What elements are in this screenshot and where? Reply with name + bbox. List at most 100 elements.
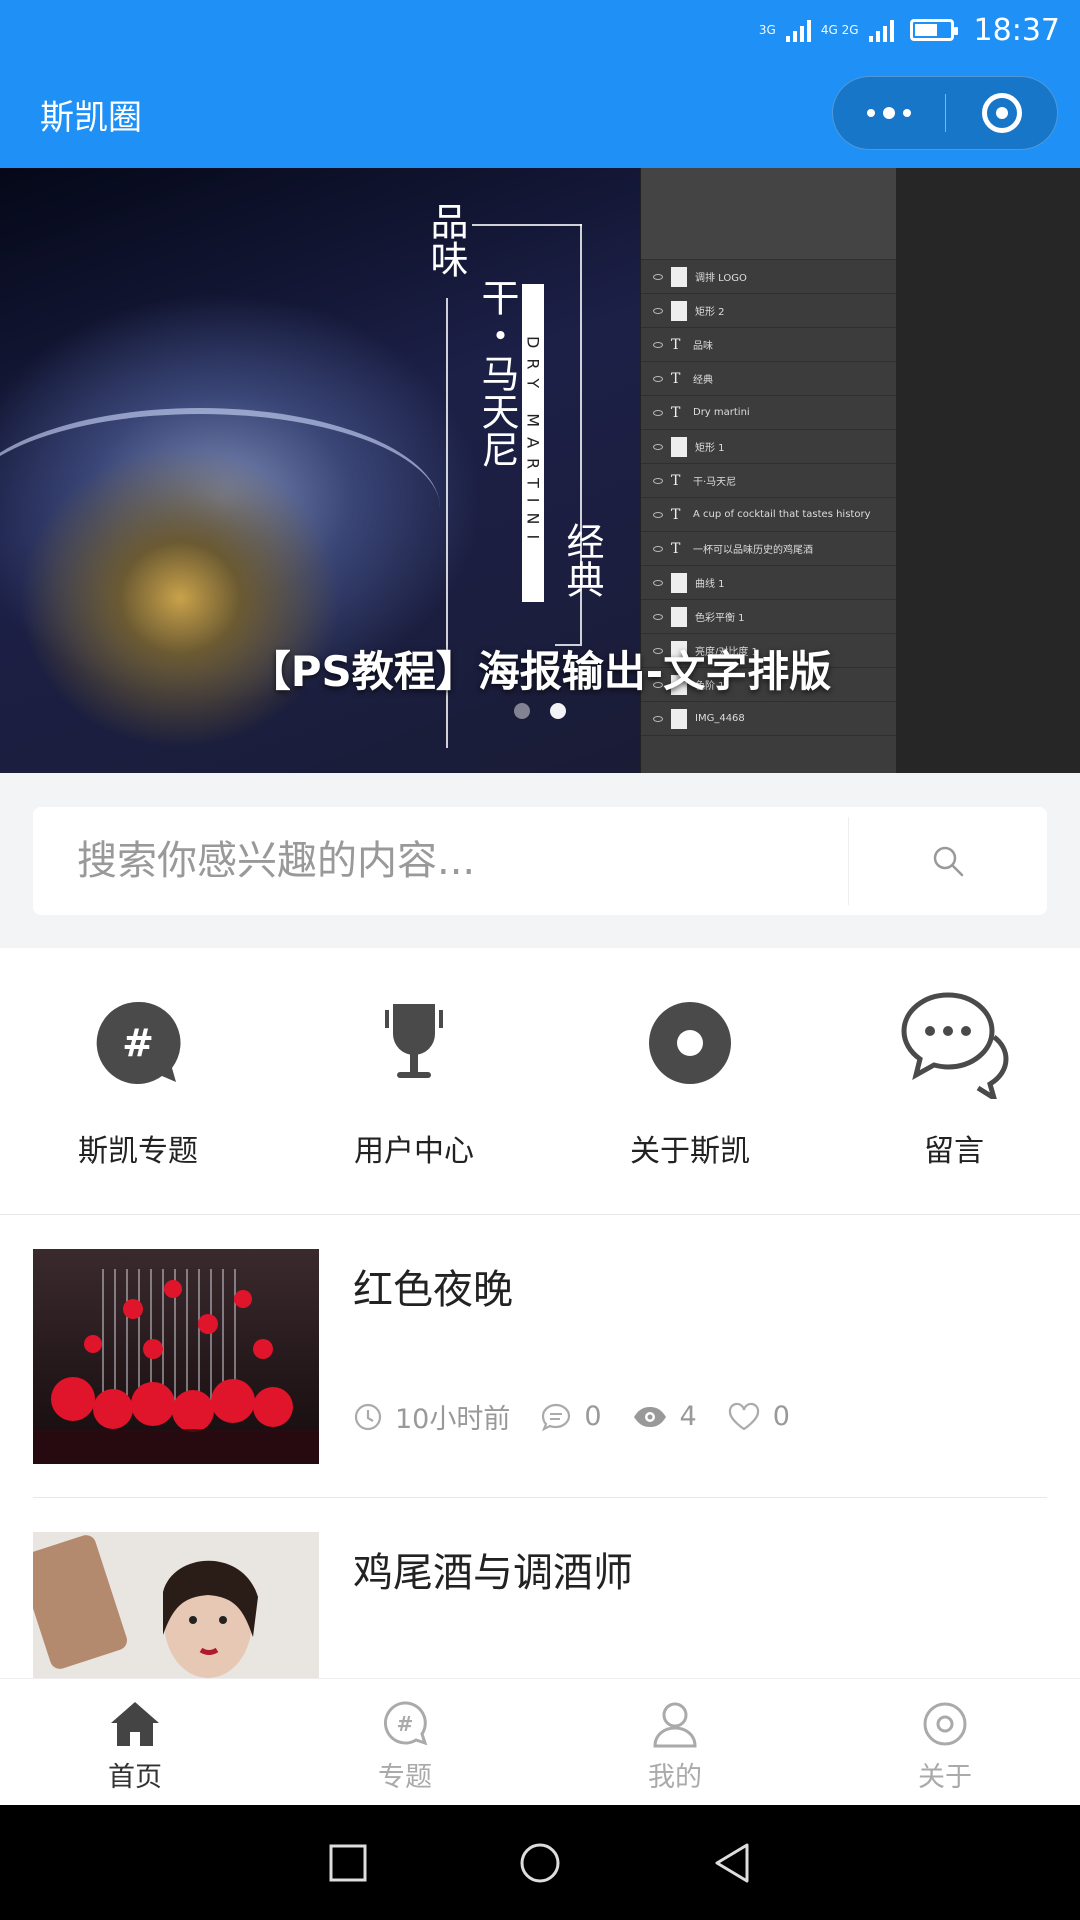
layer-name: 经典 <box>693 375 713 386</box>
layer-row: 曲线 1 <box>641 566 896 600</box>
battery-icon <box>909 19 958 41</box>
banner-carousel[interactable]: 品味 干・马天尼 DRY MARTINI 经典 调排 LOGO 矩形 2 T 品味 T 经… <box>0 168 1080 773</box>
article-divider <box>33 1497 1047 1498</box>
svg-text:#: # <box>397 1712 414 1736</box>
chat-bubbles-icon <box>901 992 1009 1099</box>
article-title: 鸡尾酒与调酒师 <box>353 1550 633 1596</box>
page-title: 斯凯圈 <box>40 98 142 138</box>
quick-nav-topic[interactable]: # 斯凯专题 <box>28 978 248 1188</box>
eye-icon <box>653 579 663 586</box>
layer-row: T 干·马天尼 <box>641 464 896 498</box>
text-layer-icon: T <box>671 336 681 353</box>
eye-icon <box>653 511 663 518</box>
top-header: 3G 4G 2G 18:37 斯凯圈 <box>0 0 1080 168</box>
eye-icon <box>653 375 663 382</box>
heart-icon <box>728 1402 759 1430</box>
quick-nav: # 斯凯专题 用户中心 关于斯凯 留言 <box>0 948 1080 1215</box>
signal-icon <box>785 18 811 42</box>
article-thumbnail <box>33 1249 319 1464</box>
dot-icon <box>883 107 895 119</box>
quick-nav-message[interactable]: 留言 <box>844 978 1064 1188</box>
article-comments: 0 <box>540 1401 602 1432</box>
quick-nav-label: 用户中心 <box>354 1134 474 1169</box>
dot-icon <box>903 109 911 117</box>
layer-row: T Dry martini <box>641 396 896 430</box>
like-count: 0 <box>772 1401 790 1432</box>
article-meta: 10小时前 0 4 0 <box>353 1397 790 1436</box>
layer-thumbnail <box>671 572 687 593</box>
eye-icon <box>653 273 663 280</box>
user-icon <box>653 1702 697 1748</box>
status-time: 18:37 <box>973 12 1060 48</box>
tab-topic[interactable]: # 专题 <box>270 1679 540 1805</box>
layer-name: A cup of cocktail that tastes history <box>693 509 871 520</box>
article-item[interactable]: 鸡尾酒与调酒师 <box>33 1532 1047 1678</box>
layer-thumbnail <box>671 606 687 627</box>
carousel-dot-active[interactable] <box>550 703 566 719</box>
text-layer-icon: T <box>671 370 681 387</box>
eye-icon <box>653 341 663 348</box>
article-item[interactable]: 红色夜晚 10小时前 0 4 0 <box>33 1249 1047 1465</box>
layer-row: 矩形 2 <box>641 294 896 328</box>
layer-row: 调排 LOGO <box>641 260 896 294</box>
article-time: 10小时前 <box>353 1397 510 1436</box>
layer-row: T 经典 <box>641 362 896 396</box>
text-layer-icon: T <box>671 506 681 523</box>
topic-icon: # <box>96 1001 181 1084</box>
clock-icon <box>354 1403 382 1430</box>
layer-name: 曲线 1 <box>695 579 725 590</box>
view-count: 4 <box>679 1401 697 1432</box>
quick-nav-label: 关于斯凯 <box>630 1134 750 1169</box>
layer-name: 矩形 2 <box>695 307 725 318</box>
layer-name: 一杯可以品味历史的鸡尾酒 <box>693 545 813 556</box>
layer-name: 调排 LOGO <box>695 273 747 284</box>
layer-thumbnail <box>671 266 687 287</box>
quick-nav-label: 留言 <box>924 1134 984 1169</box>
article-title: 红色夜晚 <box>353 1267 513 1313</box>
quick-nav-user-center[interactable]: 用户中心 <box>304 978 524 1188</box>
layer-row: T A cup of cocktail that tastes history <box>641 498 896 532</box>
layer-row: T 品味 <box>641 328 896 362</box>
layer-name: 色彩平衡 1 <box>695 613 745 624</box>
search-box <box>33 807 1047 915</box>
layer-name: 干·马天尼 <box>693 477 737 488</box>
topic-outline-icon: # <box>384 1701 428 1746</box>
layer-row: 矩形 1 <box>641 430 896 464</box>
home-circle-icon[interactable] <box>518 1841 562 1885</box>
time-text: 10小时前 <box>395 1404 511 1435</box>
search-button[interactable] <box>849 807 1047 915</box>
layer-name: IMG_4468 <box>695 713 745 724</box>
tab-about[interactable]: 关于 <box>810 1679 1080 1805</box>
tab-home[interactable]: 首页 <box>0 1679 270 1805</box>
tab-mine[interactable]: 我的 <box>540 1679 810 1805</box>
carousel-dot[interactable] <box>514 703 530 719</box>
tab-label: 专题 <box>378 1762 432 1793</box>
eye-icon <box>653 443 663 450</box>
search-input[interactable] <box>77 807 857 915</box>
target-outline-icon <box>923 1702 967 1746</box>
poster-vertical-label: DRY MARTINI <box>522 284 544 602</box>
more-menu-button[interactable] <box>833 77 945 149</box>
article-views: 4 <box>632 1401 697 1432</box>
layer-row: T 一杯可以品味历史的鸡尾酒 <box>641 532 896 566</box>
status-bar: 3G 4G 2G 18:37 <box>759 10 1060 50</box>
back-triangle-icon[interactable] <box>712 1841 752 1885</box>
carousel-indicator <box>514 703 566 719</box>
network-indicator-1: 3G <box>758 23 776 37</box>
search-icon <box>933 846 964 877</box>
comment-icon <box>542 1403 571 1431</box>
tab-label: 关于 <box>918 1762 972 1793</box>
svg-text:#: # <box>122 1021 154 1065</box>
eye-icon <box>653 715 663 722</box>
tab-bar: 首页 # 专题 我的 关于 <box>0 1678 1080 1805</box>
tab-label: 首页 <box>108 1762 162 1793</box>
close-miniprogram-button[interactable] <box>946 77 1057 149</box>
article-likes: 0 <box>727 1401 790 1432</box>
layer-row: 色彩平衡 1 <box>641 600 896 634</box>
quick-nav-about[interactable]: 关于斯凯 <box>580 978 800 1188</box>
recent-apps-icon[interactable] <box>328 1843 368 1883</box>
layer-thumbnail <box>671 708 687 729</box>
trophy-icon <box>385 1004 443 1078</box>
eye-icon <box>633 1406 666 1427</box>
poster-text: 经典 <box>560 522 604 598</box>
